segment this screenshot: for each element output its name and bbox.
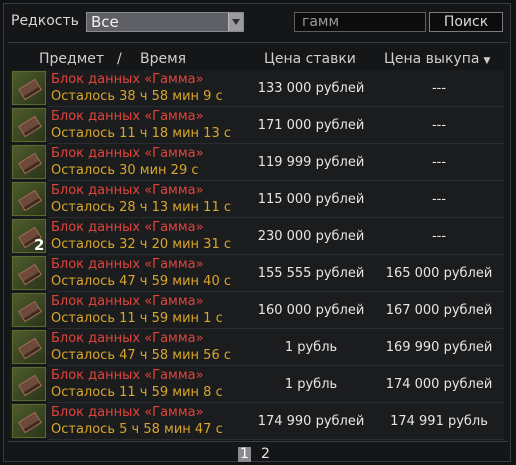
bid-price: 160 000 рублей [257,303,365,318]
buyout-price: 174 991 рубль [390,414,488,429]
lots-table: Блок данных «Гамма» Осталось 38 ч 58 мин … [10,70,504,440]
item-name: Блок данных «Гамма» [51,220,204,235]
item-name: Блок данных «Гамма» [51,109,204,124]
pagination: 12 [238,446,280,462]
table-row[interactable]: Блок данных «Гамма» Осталось 11 ч 18 мин … [10,107,504,144]
search-button[interactable]: Поиск [429,12,503,32]
search-input[interactable]: гамм [294,12,426,32]
buyout-price: 167 000 рублей [385,303,493,318]
item-name: Блок данных «Гамма» [51,368,204,383]
column-header-bid[interactable]: Цена ставки [264,51,356,67]
data-block-icon[interactable] [12,108,46,142]
column-header-slash: / [117,51,122,67]
table-row[interactable]: 2 Блок данных «Гамма» Осталось 32 ч 20 мин… [10,218,504,255]
data-block-icon[interactable] [12,293,46,327]
bid-price: 171 000 рублей [257,118,365,133]
table-row[interactable]: Блок данных «Гамма» Осталось 38 ч 58 мин … [10,70,504,107]
divider [8,441,508,442]
data-block-icon[interactable] [12,367,46,401]
data-block-icon[interactable] [12,71,46,105]
item-name: Блок данных «Гамма» [51,72,204,87]
bid-price: 133 000 рублей [257,81,365,96]
buyout-price: --- [431,118,447,133]
bid-price: 115 000 рублей [257,192,365,207]
time-left: Осталось 32 ч 20 мин 31 с [51,237,231,252]
rarity-label: Редкость [11,13,79,29]
buyout-price: --- [431,81,447,96]
buyout-price: 169 990 рублей [385,340,493,355]
time-left: Осталось 11 ч 59 мин 1 с [51,311,223,326]
buyout-price: --- [431,229,447,244]
book-icon [18,263,42,286]
time-left: Осталось 47 ч 59 мин 40 с [51,274,231,289]
item-name: Блок данных «Гамма» [51,331,204,346]
table-row[interactable]: Блок данных «Гамма» Осталось 5 ч 58 мин 4… [10,403,504,440]
table-row[interactable]: Блок данных «Гамма» Осталось 30 мин 29 с 1… [10,144,504,181]
buyout-price: 174 000 рублей [385,377,493,392]
column-header-time[interactable]: Время [140,51,186,67]
bid-price: 230 000 рублей [257,229,365,244]
page-button-1[interactable]: 1 [238,447,251,462]
bid-price: 1 рубль [284,340,338,355]
book-icon [18,78,42,101]
buyout-label: Цена выкупа [384,51,480,67]
item-name: Блок данных «Гамма» [51,405,204,420]
table-row[interactable]: Блок данных «Гамма» Осталось 47 ч 58 мин … [10,329,504,366]
bid-price: 119 999 рублей [257,155,365,170]
bid-price: 174 990 рублей [257,414,365,429]
table-row[interactable]: Блок данных «Гамма» Осталось 47 ч 59 мин … [10,255,504,292]
column-header-item[interactable]: Предмет [39,51,104,67]
data-block-icon[interactable] [12,182,46,216]
divider [8,42,508,43]
item-name: Блок данных «Гамма» [51,294,204,309]
time-left: Осталось 38 ч 58 мин 9 с [51,89,223,104]
book-icon [18,411,42,434]
column-header-buyout[interactable]: Цена выкупа ▼ [384,51,490,67]
table-row[interactable]: Блок данных «Гамма» Осталось 11 ч 59 мин … [10,292,504,329]
buyout-price: --- [431,192,447,207]
sort-down-icon[interactable]: ▼ [483,56,490,66]
time-left: Осталось 47 ч 58 мин 56 с [51,348,231,363]
data-block-icon[interactable] [12,256,46,290]
bid-price: 155 555 рублей [257,266,365,281]
item-name: Блок данных «Гамма» [51,146,204,161]
book-icon [18,115,42,138]
bid-price: 1 рубль [284,377,338,392]
chevron-down-icon[interactable] [228,13,243,31]
time-left: Осталось 5 ч 58 мин 47 с [51,422,223,437]
rarity-value: Все [91,13,119,31]
time-left: Осталось 11 ч 18 мин 13 с [51,126,231,141]
item-name: Блок данных «Гамма» [51,257,204,272]
item-quantity: 2 [34,236,45,254]
table-row[interactable]: Блок данных «Гамма» Осталось 28 ч 13 мин … [10,181,504,218]
data-block-icon[interactable] [12,330,46,364]
page-button-2[interactable]: 2 [259,447,272,462]
data-block-icon[interactable] [12,404,46,438]
data-block-icon[interactable] [12,145,46,179]
book-icon [18,152,42,175]
time-left: Осталось 30 мин 29 с [51,163,199,178]
time-left: Осталось 28 ч 13 мин 11 с [51,200,231,215]
book-icon [18,337,42,360]
item-name: Блок данных «Гамма» [51,183,204,198]
book-icon [18,189,42,212]
time-left: Осталось 11 ч 59 мин 8 с [51,385,223,400]
book-icon [18,374,42,397]
rarity-dropdown[interactable]: Все [86,12,244,32]
buyout-price: 165 000 рублей [385,266,493,281]
table-row[interactable]: Блок данных «Гамма» Осталось 11 ч 59 мин … [10,366,504,403]
buyout-price: --- [431,155,447,170]
book-icon [18,300,42,323]
